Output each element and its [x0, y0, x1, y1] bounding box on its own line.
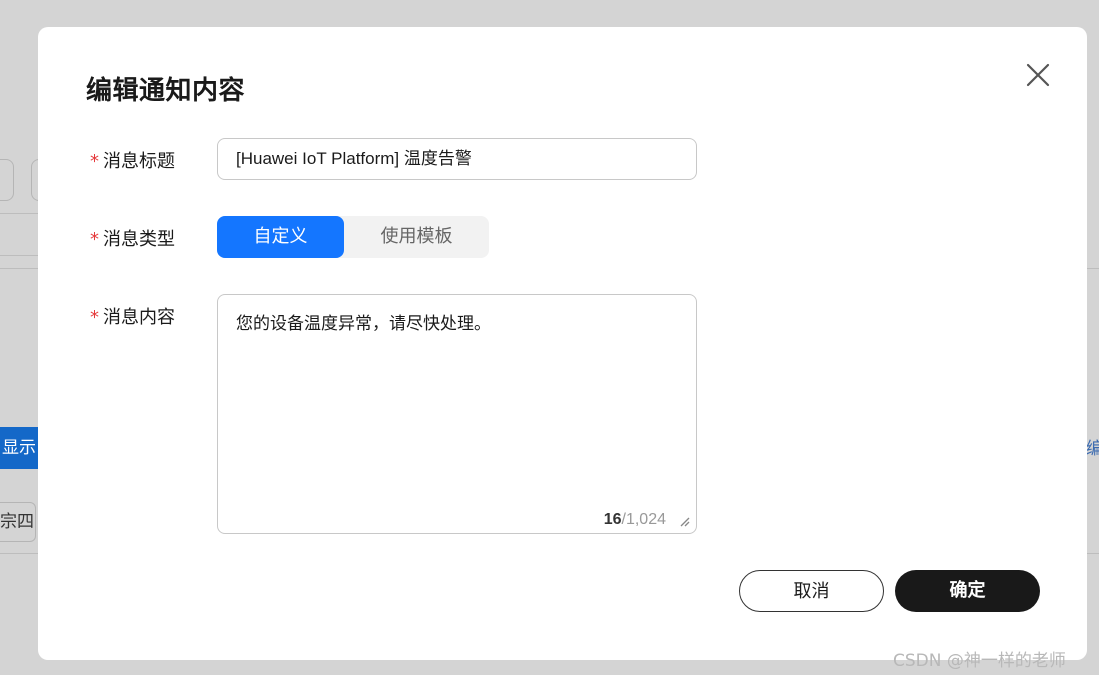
type-label-text: 消息类型	[103, 229, 175, 250]
type-option-custom[interactable]: 自定义	[217, 216, 344, 258]
char-count: 16	[603, 511, 622, 528]
confirm-button[interactable]: 确定	[895, 570, 1040, 612]
resize-handle-icon[interactable]	[678, 515, 690, 527]
subject-input[interactable]: [Huawei IoT Platform] 温度告警	[217, 138, 697, 180]
char-max: /1,024	[621, 511, 666, 528]
background-input	[0, 159, 14, 201]
subject-label-text: 消息标题	[103, 151, 175, 172]
char-counter: 16/1,024	[604, 511, 666, 529]
required-mark: *	[90, 229, 99, 250]
content-textarea[interactable]: 您的设备温度异常，请尽快处理。 16/1,024	[217, 294, 697, 534]
required-mark: *	[90, 307, 99, 328]
edit-notification-dialog: 编辑通知内容 * 消息标题 [Huawei IoT Platform] 温度告警 …	[38, 27, 1087, 660]
dialog-title: 编辑通知内容	[86, 76, 246, 106]
background-divider	[0, 255, 38, 256]
background-divider	[0, 213, 38, 214]
content-label: * 消息内容	[90, 303, 175, 329]
background-name-cell: 宗四	[0, 502, 36, 542]
close-icon	[1026, 63, 1050, 87]
type-option-template[interactable]: 使用模板	[344, 216, 489, 258]
message-type-segmented-control: 自定义 使用模板	[217, 216, 489, 258]
background-show-button: 显示	[0, 427, 38, 469]
subject-label: * 消息标题	[90, 147, 175, 173]
cancel-button[interactable]: 取消	[739, 570, 884, 612]
content-label-text: 消息内容	[103, 307, 175, 328]
close-button[interactable]	[1022, 59, 1054, 91]
watermark: CSDN @神一样的老师	[893, 651, 1066, 671]
type-label: * 消息类型	[90, 225, 175, 251]
required-mark: *	[90, 151, 99, 172]
content-text: 您的设备温度异常，请尽快处理。	[236, 314, 491, 334]
background-edit-link: 编	[1086, 439, 1099, 459]
